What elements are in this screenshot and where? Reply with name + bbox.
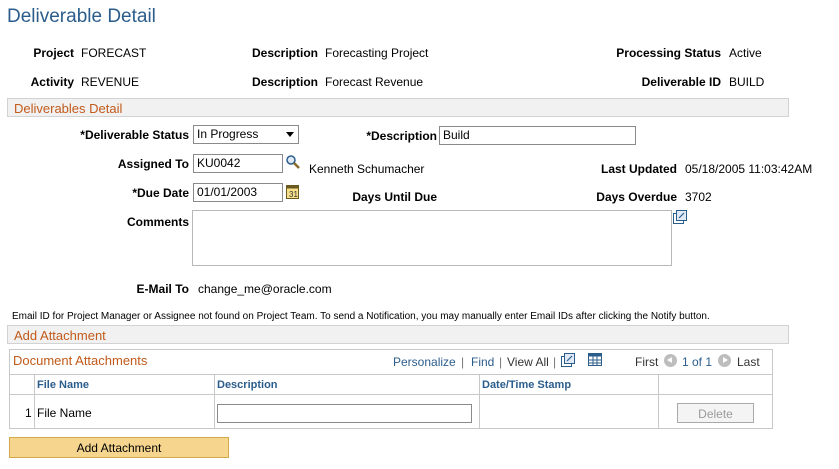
expand-icon[interactable] (673, 210, 687, 224)
deliverables-detail-title: Deliverables Detail (14, 101, 123, 116)
add-attachment-button[interactable]: Add Attachment (9, 437, 229, 458)
project-label: Project (33, 46, 74, 60)
deliverable-status-value: In Progress (197, 127, 259, 141)
delete-button[interactable]: Delete (677, 403, 754, 423)
last-label: Last (737, 355, 760, 369)
grid-title: Document Attachments (13, 353, 148, 368)
grid-separator: | (461, 355, 465, 369)
find-link[interactable]: Find (471, 355, 494, 369)
add-attachment-section: Add Attachment (7, 325, 789, 344)
personalize-link[interactable]: Personalize (393, 355, 456, 369)
deliverables-detail-section: Deliverables Detail (7, 98, 789, 117)
last-updated-label: Last Updated (600, 162, 677, 176)
description-input[interactable]: Build (439, 126, 636, 145)
due-date-label: *Due Date (132, 186, 189, 200)
assigned-to-name: Kenneth Schumacher (309, 162, 425, 176)
grid-separator: | (553, 355, 557, 369)
email-to-label: E-Mail To (136, 282, 189, 296)
assigned-to-input[interactable]: KU0042 (193, 154, 283, 173)
description2-label: Description (251, 75, 318, 89)
last-updated-value: 05/18/2005 11:03:42AM (685, 162, 813, 176)
file-name-cell: File Name (37, 406, 92, 420)
page-title: Deliverable Detail (7, 6, 156, 27)
deliverable-id-label: Deliverable ID (641, 75, 721, 89)
assigned-to-label: Assigned To (117, 157, 189, 171)
description2-value: Forecast Revenue (325, 75, 424, 89)
description1-label: Description (251, 46, 318, 60)
magnifier-icon[interactable] (285, 154, 301, 170)
grid-header: Document Attachments Personalize | Find … (10, 350, 772, 373)
email-notice-text: Email ID for Project Manager or Assignee… (12, 311, 710, 322)
svg-text:31: 31 (289, 190, 298, 199)
previous-icon[interactable] (664, 354, 677, 368)
email-to-value: change_me@oracle.com (198, 282, 332, 296)
deliverable-status-select[interactable]: In Progress (193, 125, 299, 144)
row-number: 1 (25, 406, 32, 420)
comments-textarea[interactable] (192, 210, 672, 266)
description-label: *Description (366, 129, 437, 143)
next-icon[interactable] (718, 354, 731, 368)
activity-value: REVENUE (81, 75, 140, 89)
dropdown-arrow-icon (286, 132, 294, 137)
project-value: FORECAST (81, 46, 147, 60)
view-all-link[interactable]: View All (507, 355, 549, 369)
spreadsheet-icon[interactable] (588, 353, 602, 366)
page-range: 1 of 1 (682, 355, 713, 369)
days-until-due-label: Days Until Due (352, 190, 437, 204)
deliverable-status-label: *Deliverable Status (80, 128, 189, 142)
days-overdue-label: Days Overdue (596, 190, 677, 204)
days-overdue-value: 3702 (685, 190, 712, 204)
col-date-time-stamp[interactable]: Date/Time Stamp (482, 379, 571, 391)
col-file-name[interactable]: File Name (37, 379, 89, 391)
add-attachment-title: Add Attachment (14, 328, 106, 343)
document-attachments-grid: Document Attachments Personalize | Find … (9, 349, 773, 429)
first-label: First (635, 355, 659, 369)
comments-label: Comments (126, 215, 189, 229)
attachment-description-input[interactable] (217, 404, 472, 423)
due-date-input[interactable]: 01/01/2003 (193, 183, 283, 202)
table-row: 1 File Name Delete (10, 396, 772, 428)
processing-status-label: Processing Status (616, 46, 721, 60)
deliverable-id-value: BUILD (729, 75, 765, 89)
processing-status-value: Active (729, 46, 762, 60)
description1-value: Forecasting Project (325, 46, 429, 60)
calendar-icon[interactable]: 31 (286, 184, 299, 199)
grid-separator: | (499, 355, 503, 369)
activity-label: Activity (30, 75, 74, 89)
col-description[interactable]: Description (217, 379, 278, 391)
zoom-grid-icon[interactable] (561, 353, 575, 367)
